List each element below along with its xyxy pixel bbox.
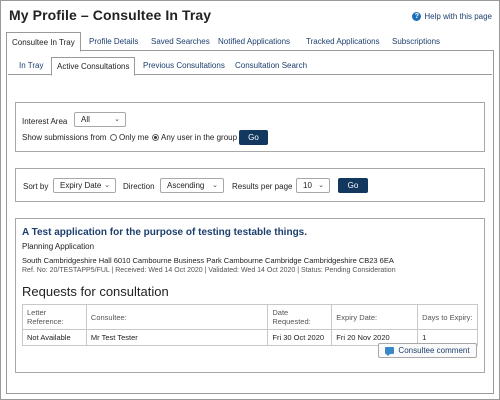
requests-heading: Requests for consultation — [22, 284, 169, 299]
sort-by-select[interactable]: Expiry Date ⌄ — [53, 178, 116, 193]
page-title: My Profile – Consultee In Tray — [9, 7, 212, 23]
application-meta: Ref. No: 20/TESTAPP5/FUL | Received: Wed… — [22, 267, 396, 274]
chevron-down-icon: ⌄ — [318, 182, 324, 189]
application-status: Status: Pending Consideration — [301, 267, 396, 274]
show-submissions-label: Show submissions from — [22, 133, 107, 142]
radio-selected-icon — [152, 134, 159, 141]
help-link[interactable]: ? Help with this page — [412, 12, 492, 21]
column-header: Date Requested: — [267, 304, 333, 330]
consultee-comment-label: Consultee comment — [398, 346, 470, 355]
radio-any-user-label: Any user in the group — [161, 133, 238, 142]
column-header: Days to Expiry: — [417, 304, 478, 330]
requests-table: Letter Reference: Consultee: Date Reques… — [22, 304, 478, 346]
interest-area-label: Interest Area — [22, 117, 68, 126]
sort-go-button[interactable]: Go — [338, 178, 368, 193]
radio-only-me-label: Only me — [119, 133, 149, 142]
consultee-comment-button[interactable]: Consultee comment — [378, 343, 477, 358]
tab-notified-applications[interactable]: Notified Applications — [213, 32, 295, 51]
main-tabs: Consultee In Tray Profile Details Saved … — [6, 32, 494, 52]
sort-by-label: Sort by — [23, 182, 49, 191]
application-title-link[interactable]: A Test application for the purpose of te… — [22, 227, 307, 238]
radio-icon — [110, 134, 117, 141]
tab-subscriptions[interactable]: Subscriptions — [387, 32, 445, 51]
question-icon: ? — [412, 12, 422, 21]
tab-profile-details[interactable]: Profile Details — [84, 32, 143, 51]
application-type: Planning Application — [22, 242, 95, 251]
table-cell: Fri 30 Oct 2020 — [267, 329, 333, 346]
subtab-in-tray[interactable]: In Tray — [14, 57, 48, 75]
table-header-row: Letter Reference: Consultee: Date Reques… — [22, 304, 478, 330]
tab-saved-searches[interactable]: Saved Searches — [146, 32, 215, 51]
application-received: Received: Wed 14 Oct 2020 — [115, 267, 203, 274]
radio-any-user[interactable]: Any user in the group — [152, 133, 237, 142]
table-cell: Mr Test Tester — [85, 329, 269, 346]
subtab-consultation-search[interactable]: Consultation Search — [230, 57, 312, 75]
direction-select[interactable]: Ascending ⌄ — [160, 178, 224, 193]
help-link-label: Help with this page — [424, 12, 492, 21]
application-validated: Validated: Wed 14 Oct 2020 — [208, 267, 296, 274]
direction-value: Ascending — [167, 181, 205, 190]
subtab-active-consultations[interactable]: Active Consultations — [51, 57, 136, 76]
direction-label: Direction — [123, 182, 155, 191]
sort-by-value: Expiry Date — [60, 181, 102, 190]
sub-tabs: In Tray Active Consultations Previous Co… — [8, 57, 492, 76]
chevron-down-icon: ⌄ — [212, 182, 218, 189]
tab-tracked-applications[interactable]: Tracked Applications — [301, 32, 385, 51]
chevron-down-icon: ⌄ — [104, 182, 110, 189]
radio-only-me[interactable]: Only me — [110, 133, 149, 142]
table-cell: Not Available — [22, 329, 87, 346]
column-header: Expiry Date: — [331, 304, 419, 330]
results-per-page-label: Results per page — [232, 182, 293, 191]
chevron-down-icon: ⌄ — [114, 116, 120, 123]
subtab-previous-consultations[interactable]: Previous Consultations — [138, 57, 230, 75]
filter-go-button[interactable]: Go — [239, 130, 268, 145]
application-address: South Cambridgeshire Hall 6010 Cambourne… — [22, 256, 394, 265]
comment-icon — [385, 347, 395, 356]
column-header: Letter Reference: — [22, 304, 87, 330]
column-header: Consultee: — [85, 304, 269, 330]
results-per-page-value: 10 — [303, 181, 312, 190]
results-per-page-select[interactable]: 10 ⌄ — [296, 178, 330, 193]
application-ref: Ref. No: 20/TESTAPP5/FUL — [22, 267, 110, 274]
interest-area-select[interactable]: All ⌄ — [74, 112, 126, 127]
tab-consultee-in-tray[interactable]: Consultee In Tray — [6, 32, 81, 52]
interest-area-value: All — [81, 115, 90, 124]
